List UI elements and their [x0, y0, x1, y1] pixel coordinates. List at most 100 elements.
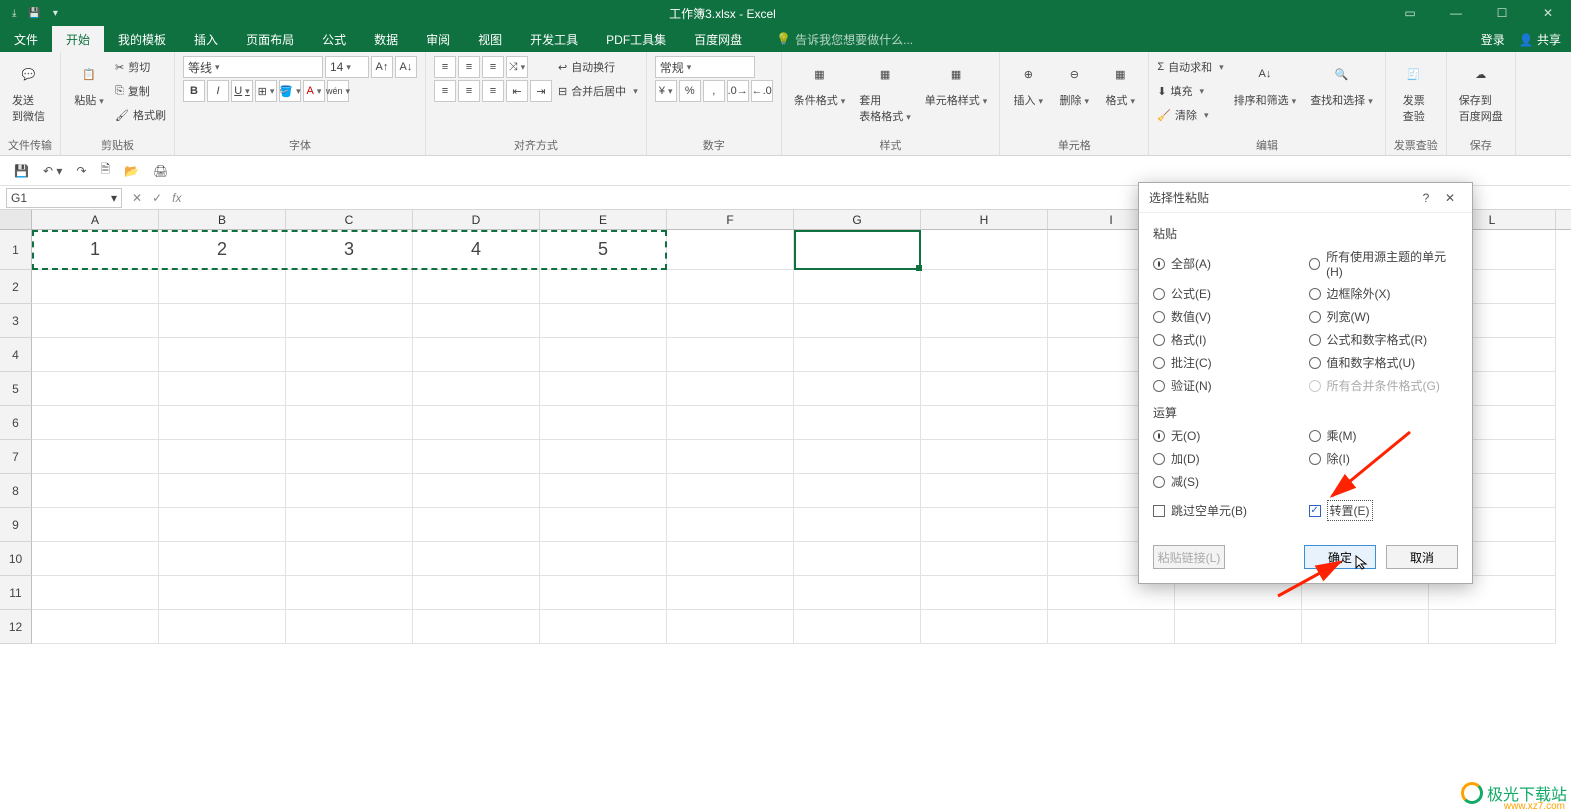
opt-all[interactable]: 全部(A) [1153, 248, 1303, 279]
opt-formula-num[interactable]: 公式和数字格式(R) [1309, 331, 1459, 348]
italic-button[interactable]: I [207, 80, 229, 102]
opt-value-num[interactable]: 值和数字格式(U) [1309, 354, 1459, 371]
op-subtract[interactable]: 减(S) [1153, 473, 1303, 490]
transpose-checkbox[interactable]: 转置(E) [1309, 500, 1459, 521]
cell[interactable] [32, 270, 159, 304]
cell[interactable] [540, 576, 667, 610]
cut-button[interactable]: ✂ 剪切 [115, 56, 166, 78]
row-header[interactable]: 7 [0, 440, 32, 474]
decrease-font-icon[interactable]: A↓ [395, 56, 417, 78]
cell[interactable] [286, 474, 413, 508]
cell[interactable] [667, 338, 794, 372]
col-header[interactable]: F [667, 210, 794, 229]
col-header[interactable]: A [32, 210, 159, 229]
cell[interactable] [286, 304, 413, 338]
cell[interactable] [794, 304, 921, 338]
cell[interactable] [32, 304, 159, 338]
bold-button[interactable]: B [183, 80, 205, 102]
tab-file[interactable]: 文件 [0, 26, 52, 52]
cell[interactable] [286, 372, 413, 406]
copy-button[interactable]: ⎘ 复制 [115, 80, 166, 102]
cell[interactable] [667, 372, 794, 406]
cell[interactable] [286, 542, 413, 576]
find-select-button[interactable]: 🔍查找和选择 [1306, 56, 1377, 110]
op-multiply[interactable]: 乘(M) [1309, 427, 1459, 444]
cell[interactable] [32, 508, 159, 542]
cell[interactable] [159, 270, 286, 304]
orientation-icon[interactable]: ⤨ [506, 56, 528, 78]
cell[interactable] [921, 440, 1048, 474]
tab-page-layout[interactable]: 页面布局 [232, 26, 308, 52]
cell[interactable] [159, 338, 286, 372]
col-header[interactable]: G [794, 210, 921, 229]
cell[interactable] [413, 542, 540, 576]
cell[interactable] [286, 610, 413, 644]
cell[interactable] [540, 508, 667, 542]
cell[interactable] [413, 338, 540, 372]
cell[interactable] [413, 576, 540, 610]
align-center-icon[interactable]: ≡ [458, 80, 480, 102]
maximize-icon[interactable]: ☐ [1479, 0, 1525, 26]
cell[interactable] [667, 270, 794, 304]
cell[interactable] [921, 474, 1048, 508]
op-add[interactable]: 加(D) [1153, 450, 1303, 467]
qat-save-icon[interactable]: 💾 [14, 164, 29, 178]
col-header[interactable]: C [286, 210, 413, 229]
opt-validation[interactable]: 验证(N) [1153, 377, 1303, 394]
cell[interactable] [794, 474, 921, 508]
cell[interactable] [921, 508, 1048, 542]
font-color-button[interactable]: A [303, 80, 325, 102]
tell-me-input[interactable]: 💡告诉我您想要做什么... [776, 31, 913, 48]
opt-format[interactable]: 格式(I) [1153, 331, 1303, 348]
cell[interactable] [159, 508, 286, 542]
close-window-icon[interactable]: ✕ [1525, 0, 1571, 26]
currency-icon[interactable]: ¥ [655, 80, 677, 102]
cell[interactable] [794, 440, 921, 474]
align-bottom-icon[interactable]: ≡ [482, 56, 504, 78]
indent-dec-icon[interactable]: ⇤ [506, 80, 528, 102]
align-left-icon[interactable]: ≡ [434, 80, 456, 102]
send-to-wechat-button[interactable]: 💬 发送 到微信 [8, 56, 49, 126]
cell[interactable] [286, 406, 413, 440]
cell[interactable] [159, 406, 286, 440]
cell[interactable] [159, 610, 286, 644]
cell[interactable] [413, 372, 540, 406]
cell[interactable] [286, 440, 413, 474]
opt-value[interactable]: 数值(V) [1153, 308, 1303, 325]
cell[interactable] [159, 542, 286, 576]
fill-button[interactable]: ⬇ 填充 [1157, 80, 1223, 102]
cell[interactable] [540, 610, 667, 644]
cell[interactable] [794, 230, 921, 270]
cell[interactable] [921, 270, 1048, 304]
row-header[interactable]: 8 [0, 474, 32, 508]
cell[interactable] [794, 576, 921, 610]
autosave-icon[interactable]: ⤓ [12, 8, 16, 19]
cell[interactable] [794, 610, 921, 644]
tab-mytemplate[interactable]: 我的模板 [104, 26, 180, 52]
cell[interactable] [794, 542, 921, 576]
delete-cell-button[interactable]: ⊖删除 [1054, 56, 1094, 110]
cell[interactable] [32, 440, 159, 474]
border-button[interactable]: ⊞ [255, 80, 277, 102]
cell[interactable] [667, 230, 794, 270]
tab-pdf[interactable]: PDF工具集 [592, 26, 680, 52]
cell[interactable] [921, 406, 1048, 440]
op-divide[interactable]: 除(I) [1309, 450, 1459, 467]
autosum-button[interactable]: Σ 自动求和 [1157, 56, 1223, 78]
row-header[interactable]: 4 [0, 338, 32, 372]
cell[interactable] [794, 270, 921, 304]
merge-center-button[interactable]: ⊟ 合并后居中 [558, 80, 638, 102]
cell[interactable]: 1 [32, 230, 159, 270]
minimize-icon[interactable]: — [1433, 0, 1479, 26]
cell[interactable] [286, 576, 413, 610]
align-middle-icon[interactable]: ≡ [458, 56, 480, 78]
cell[interactable] [794, 508, 921, 542]
cell[interactable] [159, 372, 286, 406]
font-size-select[interactable]: 14 [325, 56, 369, 78]
row-header[interactable]: 6 [0, 406, 32, 440]
cell[interactable] [1302, 610, 1429, 644]
tab-baidu[interactable]: 百度网盘 [680, 26, 756, 52]
cell[interactable] [1429, 610, 1556, 644]
save-baidu-button[interactable]: ☁保存到 百度网盘 [1455, 56, 1507, 126]
cell[interactable] [32, 576, 159, 610]
